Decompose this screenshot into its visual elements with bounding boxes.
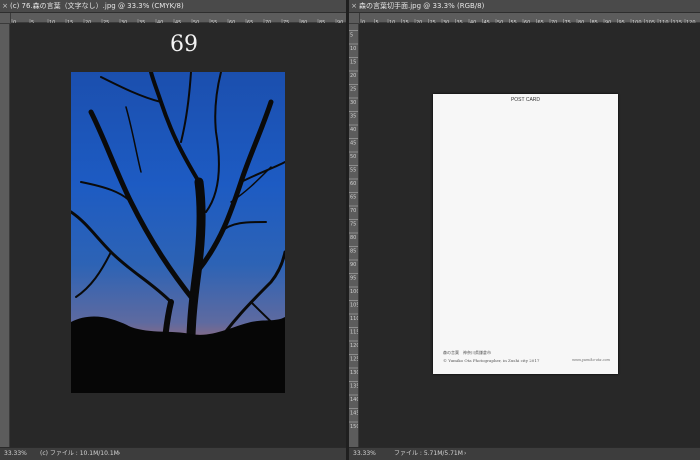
status-menu-arrow-icon[interactable]: ›: [464, 448, 466, 460]
ruler-tick-label: 5: [350, 33, 353, 39]
vertical-ruler[interactable]: [0, 13, 10, 448]
ruler-tick-label: 55: [350, 168, 356, 174]
postcard-back-image: POST CARD 森の言葉 神奈川県鎌倉市 © Yumiko Ota Phot…: [433, 94, 618, 374]
postcard-title: POST CARD: [510, 97, 541, 103]
ruler-tick-label: 130: [350, 370, 358, 376]
ruler-tick-label: 135: [350, 384, 358, 390]
ruler-tick-label: 40: [350, 127, 356, 133]
postcard-credit: © Yumiko Ota Photographer, in Zushi city…: [443, 358, 540, 363]
status-bar-left: 33.33% (c) ファイル : 10.1M/10.1M ›: [0, 447, 346, 460]
zoom-level[interactable]: 33.33%: [353, 448, 376, 460]
ruler-tick-label: 150: [350, 424, 358, 430]
close-icon[interactable]: ×: [0, 0, 10, 12]
ruler-tick-label: 110: [350, 316, 358, 322]
vertical-ruler[interactable]: 0510152025303540455055606570758085909510…: [349, 13, 360, 448]
document-tab-title: (c) 76.森の言葉（文字なし）.jpg @ 33.3% (CMYK/8): [10, 2, 184, 10]
horizontal-ruler[interactable]: 0510152025303540455055606570758085909510…: [359, 13, 700, 28]
ruler-tick-label: 65: [350, 195, 356, 201]
ruler-tick-label: 10: [350, 46, 356, 52]
vertical-ruler-ticks: 0510152025303540455055606570758085909510…: [349, 16, 360, 430]
ruler-tick-label: 30: [350, 100, 356, 106]
postcard-website: www.yumiko-ota.com: [572, 358, 610, 362]
ruler-tick-label: 25: [350, 87, 356, 93]
ruler-tick-label: 70: [350, 208, 356, 214]
horizontal-ruler[interactable]: 051015202530354045505560657075808590: [10, 13, 346, 28]
ruler-tick-label: 50: [350, 154, 356, 160]
ruler-tick-label: 140: [350, 397, 358, 403]
ruler-tick-label: 35: [350, 114, 356, 120]
ruler-tick-label: 85: [350, 249, 356, 255]
ruler-origin[interactable]: [349, 13, 360, 24]
ruler-tick-label: 105: [350, 303, 358, 309]
ruler-tick-label: 60: [350, 181, 356, 187]
file-size-info[interactable]: ファイル : 5.71M/5.71M: [394, 448, 463, 460]
zoom-level[interactable]: 33.33%: [4, 448, 27, 460]
status-menu-arrow-icon[interactable]: ›: [118, 448, 120, 460]
ruler-tick-label: 90: [350, 262, 356, 268]
document-tab-left[interactable]: × (c) 76.森の言葉（文字なし）.jpg @ 33.3% (CMYK/8): [0, 0, 346, 13]
document-tab-right[interactable]: × 森の言葉切手面.jpg @ 33.3% (RGB/8): [349, 0, 700, 13]
ruler-tick-label: 120: [350, 343, 358, 349]
ruler-tick-label: 145: [350, 411, 358, 417]
left-document-window[interactable]: × (c) 76.森の言葉（文字なし）.jpg @ 33.3% (CMYK/8) …: [0, 0, 346, 460]
tree-silhouette-graphic: [71, 72, 285, 393]
page-number: 69: [170, 32, 198, 57]
ruler-tick-label: 75: [350, 222, 356, 228]
ruler-tick-label: 15: [350, 60, 356, 66]
ruler-tick-label: 125: [350, 357, 358, 363]
postcard-caption: 森の言葉 神奈川県鎌倉市: [443, 350, 491, 355]
ruler-origin[interactable]: [0, 13, 11, 24]
status-bar-right: 33.33% ファイル : 5.71M/5.71M ›: [349, 447, 700, 460]
document-tab-title: 森の言葉切手面.jpg @ 33.3% (RGB/8): [359, 2, 485, 10]
ruler-tick-label: 100: [350, 289, 358, 295]
ruler-tick-label: 20: [350, 73, 356, 79]
ruler-tick-label: 45: [350, 141, 356, 147]
ruler-tick-label: 95: [350, 276, 356, 282]
ruler-tick-label: 80: [350, 235, 356, 241]
close-icon[interactable]: ×: [349, 0, 359, 12]
ruler-tick-label: 115: [350, 330, 358, 336]
file-size-info[interactable]: (c) ファイル : 10.1M/10.1M: [40, 448, 119, 460]
tree-silhouette-photo: [71, 72, 285, 393]
